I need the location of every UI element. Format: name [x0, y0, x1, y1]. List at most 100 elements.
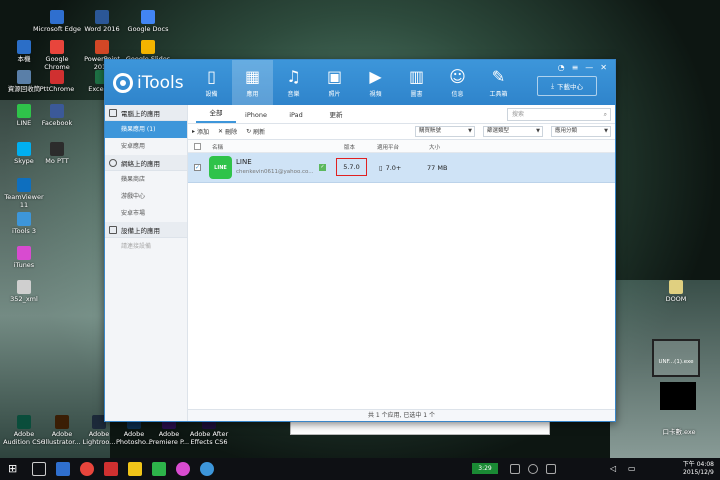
tab-update[interactable]: 更新	[316, 109, 356, 123]
nav-item-device[interactable]: ▯ 設備	[191, 60, 232, 105]
app-category-select[interactable]: 應用分類 ▼	[551, 126, 611, 137]
search-icon[interactable]: ⌕	[604, 109, 607, 120]
clock-date: 2015/12/9	[683, 469, 714, 476]
desktop-icon-label: Microsoft Edge	[33, 25, 82, 33]
app-icon	[95, 10, 109, 24]
video-icon: ▶	[369, 67, 382, 86]
device-icon: ▯	[207, 67, 216, 86]
column-version[interactable]: 版本	[344, 143, 355, 151]
add-label: 添加	[197, 129, 210, 136]
skin-icon[interactable]: ◔	[558, 63, 565, 72]
tab-ipad[interactable]: iPad	[276, 111, 316, 123]
nav-item-info[interactable]: ☺ 信息	[437, 60, 478, 105]
nav-item-video[interactable]: ▶ 視頻	[355, 60, 396, 105]
selected-desktop-file[interactable]: UNF...(1).exe	[652, 339, 700, 377]
desktop-icon[interactable]: Word 2016	[78, 10, 126, 33]
status-bar: 共 1 个应用, 已选中 1 个	[188, 409, 615, 421]
tray-icon[interactable]	[528, 464, 538, 474]
desktop-icon[interactable]: PttChrome	[33, 70, 81, 93]
column-size[interactable]: 大小	[429, 143, 440, 151]
nav-item-music[interactable]: ♫ 音樂	[273, 60, 314, 105]
tray-icon[interactable]	[510, 464, 520, 474]
row-checkbox[interactable]: ✓	[194, 164, 201, 171]
desktop-icon-label: 本機	[17, 55, 31, 63]
app-icon	[95, 40, 109, 54]
desktop-icon-doom[interactable]: DOOM	[652, 280, 700, 303]
desktop-icon[interactable]: 352_xml	[0, 280, 48, 303]
app-icon	[17, 415, 31, 429]
sidebar-item-game-center[interactable]: 游戲中心	[105, 188, 187, 205]
sidebar-item-apple-apps[interactable]: 蘋果應用 (1)	[105, 121, 187, 138]
app-icon	[55, 415, 69, 429]
select-all-checkbox[interactable]	[194, 143, 201, 150]
nav-item-toolbox[interactable]: ✎ 工具箱	[478, 60, 519, 105]
sidebar-section-network[interactable]: 網絡上的應用	[105, 155, 187, 171]
desktop-icon[interactable]: iTools 3	[0, 212, 48, 235]
sidebar-section-computer[interactable]: 電腦上的應用	[105, 105, 187, 121]
column-name[interactable]: 名稱	[212, 143, 223, 151]
globe-icon	[109, 158, 117, 167]
desktop-icon-label: Word 2016	[84, 25, 120, 33]
add-button[interactable]: ▸ 添加	[192, 127, 209, 136]
app-taskbar-icon[interactable]	[152, 462, 166, 476]
nav-item-book[interactable]: ▥ 圖書	[396, 60, 437, 105]
explorer-taskbar-icon[interactable]	[128, 462, 142, 476]
app-icon	[17, 246, 31, 260]
desktop-black-thumbnail[interactable]	[660, 382, 696, 410]
desktop-icon[interactable]: Facebook	[33, 104, 81, 127]
desktop-icon-label: DOOM	[665, 295, 687, 303]
delete-button[interactable]: ✕ 刪除	[218, 127, 237, 136]
menu-icon[interactable]: ≡	[572, 63, 579, 72]
refresh-label: 刷新	[253, 129, 266, 136]
desktop-icon[interactable]: Mo PTT	[33, 142, 81, 165]
nav-item-apps[interactable]: ▦ 應用	[232, 60, 273, 105]
table-row[interactable]: ✓ LINE LINE chenkevin0611@yahoo.co... ✓ …	[188, 153, 615, 183]
sidebar-item-android-market[interactable]: 安卓市場	[105, 205, 187, 222]
filter-type-select[interactable]: 篩選類型 ▼	[483, 126, 543, 137]
chevron-down-icon: ▼	[604, 128, 608, 134]
itools-taskbar-icon[interactable]	[200, 462, 214, 476]
desktop-icon[interactable]: Google Chrome	[33, 40, 81, 71]
sidebar: 電腦上的應用 蘋果應用 (1) 安卓應用 網絡上的應用 蘋果商店 游戲中心 安卓…	[105, 105, 188, 421]
clock[interactable]: 下午 04:08 2015/12/9	[683, 461, 714, 477]
purchase-account-select[interactable]: 購買賬號 ▼	[415, 126, 475, 137]
itools-window: iTools ▯ 設備 ▦ 應用 ♫ 音樂 ▣ 照片 ▶ 視頻 ▥ 圖書 ☺ 信息 ✎ 工具箱 ◔ ≡ — ✕…	[104, 59, 616, 422]
minimize-icon[interactable]: —	[585, 63, 593, 72]
nav-label: 照片	[328, 91, 341, 98]
refresh-button[interactable]: ↻ 刷新	[246, 127, 265, 136]
windows-start-icon[interactable]: ⊞	[8, 462, 22, 476]
download-icon: ⤓	[551, 81, 554, 90]
itunes-taskbar-icon[interactable]	[176, 462, 190, 476]
sidebar-item-android-apps[interactable]: 安卓應用	[105, 138, 187, 155]
desktop-icon[interactable]: iTunes	[0, 246, 48, 269]
search-input[interactable]: 搜索 ⌕	[507, 108, 611, 121]
sidebar-section-device[interactable]: 設備上的應用	[105, 222, 187, 238]
app-icon	[17, 212, 31, 226]
tray-icon[interactable]	[546, 464, 556, 474]
select-value: 篩選類型	[487, 128, 510, 134]
tab-iphone[interactable]: iPhone	[236, 111, 276, 123]
desktop-icon[interactable]: Google Docs	[124, 10, 172, 33]
desktop-icon[interactable]: Microsoft Edge	[33, 10, 81, 33]
tab-all[interactable]: 全部	[196, 107, 236, 123]
close-icon[interactable]: ✕	[600, 63, 607, 72]
edge-taskbar-icon[interactable]	[56, 462, 70, 476]
app-icon	[50, 70, 64, 84]
desktop-icon[interactable]: TeamViewer 11	[0, 178, 48, 209]
chrome-taskbar-icon[interactable]	[80, 462, 94, 476]
sidebar-item-connect-device: 請連接設備	[121, 243, 152, 250]
network-icon[interactable]: ▭	[628, 464, 638, 474]
tray-badge[interactable]: 3:29	[472, 463, 498, 474]
platform-value: 7.0+	[385, 164, 402, 172]
volume-icon[interactable]: ◁	[610, 464, 620, 474]
download-center-button[interactable]: ⤓ 下載中心	[537, 76, 597, 96]
nav-item-photo[interactable]: ▣ 照片	[314, 60, 355, 105]
task-view-icon[interactable]	[32, 462, 46, 476]
app-icon	[50, 104, 64, 118]
desktop-icon-exe[interactable]: 口卡數.exe	[655, 428, 703, 436]
app-icon	[17, 142, 31, 156]
pttchrome-taskbar-icon[interactable]	[104, 462, 118, 476]
sidebar-item-app-store[interactable]: 蘋果商店	[105, 171, 187, 188]
app-name: LINE	[236, 158, 252, 166]
column-platform[interactable]: 適用平台	[377, 143, 399, 151]
